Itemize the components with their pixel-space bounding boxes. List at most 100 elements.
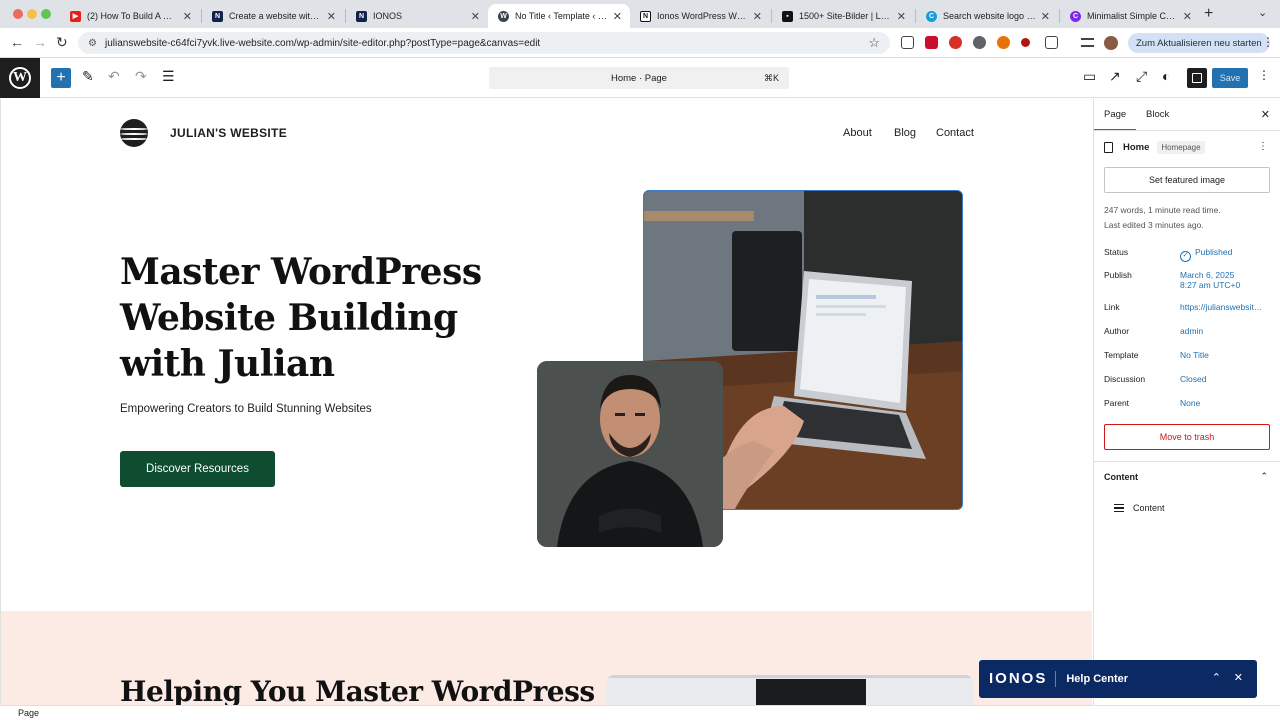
tab-title: (2) How To Build A Website <box>87 11 179 21</box>
back-icon[interactable]: ← <box>10 34 24 50</box>
close-tab-icon[interactable]: ✕ <box>183 10 192 23</box>
styles-contrast-icon[interactable]: ◐ <box>1162 68 1170 84</box>
publish-label: Publish <box>1104 270 1132 280</box>
minimize-window-icon[interactable] <box>27 9 37 19</box>
link-label: Link <box>1104 302 1120 312</box>
content-panel-header[interactable]: Content <box>1104 472 1138 482</box>
section-image[interactable] <box>606 675 973 705</box>
new-tab-icon[interactable]: + <box>1204 5 1213 23</box>
publish-date: March 6, 2025 <box>1180 270 1235 280</box>
undo-icon[interactable]: ↶ <box>108 68 120 85</box>
extensions-puzzle-icon[interactable] <box>1045 36 1058 49</box>
template-value[interactable]: No Title <box>1180 350 1209 360</box>
adblock-extension-icon[interactable] <box>949 36 962 49</box>
ionos-icon: N <box>212 10 223 22</box>
homepage-badge: Homepage <box>1157 141 1205 154</box>
browser-tab[interactable]: C Minimalist Simple Compu ✕ <box>1060 4 1200 28</box>
published-check-icon: ✓ <box>1180 251 1191 262</box>
browser-menu-icon[interactable]: ⋮ <box>1262 35 1274 49</box>
close-tab-icon[interactable]: ✕ <box>613 10 622 23</box>
nav-link-contact[interactable]: Contact <box>936 127 974 139</box>
save-button[interactable]: Save <box>1212 68 1248 88</box>
tab-block[interactable]: Block <box>1146 109 1169 120</box>
status-value[interactable]: ✓ Published <box>1180 247 1232 262</box>
hero-subtitle[interactable]: Empowering Creators to Build Stunning We… <box>120 403 372 415</box>
close-icon[interactable]: ✕ <box>1261 108 1270 121</box>
page-actions-icon[interactable]: ⋮ <box>1258 141 1268 152</box>
close-tab-icon[interactable]: ✕ <box>1183 10 1192 23</box>
close-tab-icon[interactable]: ✕ <box>753 10 762 23</box>
document-overview-icon[interactable]: ☰ <box>162 68 175 85</box>
view-site-icon[interactable]: ↗ <box>1109 68 1121 85</box>
status-text: Published <box>1195 247 1233 257</box>
tools-pencil-icon[interactable]: ✎ <box>82 68 94 85</box>
site-info-icon[interactable]: ⚙ <box>88 38 97 49</box>
set-featured-image-button[interactable]: Set featured image <box>1104 167 1270 193</box>
unsplash-icon: ▪ <box>782 10 793 22</box>
screenshot-extension-icon[interactable] <box>901 36 914 49</box>
editor-canvas[interactable]: JULIAN'S WEBSITE About Blog Contact Mast… <box>0 99 1092 705</box>
chevron-up-icon[interactable]: ⌃ <box>1212 671 1221 684</box>
reload-icon[interactable]: ↻ <box>56 34 68 51</box>
browser-tab[interactable]: N IONOS ✕ <box>346 4 488 28</box>
portrait-image[interactable] <box>537 361 723 547</box>
parent-value[interactable]: None <box>1180 398 1200 408</box>
device-preview-icon[interactable]: ▭ <box>1083 68 1096 85</box>
forward-icon[interactable]: → <box>33 34 47 50</box>
help-center-label: Help Center <box>1066 673 1129 685</box>
extension-icon[interactable] <box>973 36 986 49</box>
content-block-item[interactable]: Content <box>1114 503 1165 513</box>
browser-tab[interactable]: C Search website logo - Ca ✕ <box>916 4 1058 28</box>
move-to-trash-button[interactable]: Move to trash <box>1104 424 1270 450</box>
link-value[interactable]: https://julianswebsit… <box>1180 302 1262 312</box>
discover-resources-button[interactable]: Discover Resources <box>120 451 275 487</box>
parent-label: Parent <box>1104 398 1130 408</box>
nav-link-blog[interactable]: Blog <box>894 127 916 139</box>
chevron-up-icon[interactable]: ⌃ <box>1260 471 1268 482</box>
profile-avatar[interactable] <box>1104 36 1118 50</box>
discussion-value[interactable]: Closed <box>1180 374 1206 384</box>
nav-link-about[interactable]: About <box>843 127 872 139</box>
publish-value[interactable]: March 6, 2025 8:27 am UTC+0 <box>1180 270 1240 290</box>
tab-title: 1500+ Site-Bilder | Laden <box>799 11 893 21</box>
maximize-window-icon[interactable] <box>41 9 51 19</box>
site-title[interactable]: JULIAN'S WEBSITE <box>170 126 287 140</box>
command-palette-bar[interactable]: Home · Page ⌘K <box>489 67 789 89</box>
browser-tab[interactable]: N Ionos WordPress Website ✕ <box>630 4 770 28</box>
breadcrumb-item[interactable]: Page <box>18 708 39 718</box>
close-window-icon[interactable] <box>13 9 23 19</box>
browser-tab[interactable]: ▪ 1500+ Site-Bilder | Laden ✕ <box>772 4 914 28</box>
author-value[interactable]: admin <box>1180 326 1203 336</box>
extension-icon[interactable] <box>1021 38 1030 47</box>
wordpress-logo-button[interactable]: W <box>0 58 40 98</box>
browser-tab[interactable]: N Create a website with your ✕ <box>202 4 344 28</box>
browser-update-button[interactable]: Zum Aktualisieren neu starten <box>1128 33 1270 53</box>
tab-title: Create a website with your <box>229 11 323 21</box>
notion-icon: N <box>640 10 651 22</box>
close-icon[interactable]: ✕ <box>1234 671 1243 684</box>
browser-tab-active[interactable]: W No Title ‹ Template ‹ Julian ✕ <box>488 4 630 28</box>
tab-search-icon[interactable]: ⌄ <box>1258 6 1267 19</box>
extension-icon[interactable] <box>997 36 1010 49</box>
tab-page[interactable]: Page <box>1093 109 1137 131</box>
vivaldi-extension-icon[interactable] <box>925 36 938 49</box>
close-tab-icon[interactable]: ✕ <box>471 10 480 23</box>
site-logo[interactable] <box>120 119 148 147</box>
reading-list-icon[interactable] <box>1081 38 1094 47</box>
close-tab-icon[interactable]: ✕ <box>327 10 336 23</box>
help-center-widget[interactable]: IONOS Help Center ⌃ ✕ <box>979 660 1257 698</box>
section-heading[interactable]: Helping You Master WordPress <box>120 675 595 705</box>
close-tab-icon[interactable]: ✕ <box>1041 10 1050 23</box>
block-inserter-button[interactable]: + <box>51 68 71 88</box>
redo-icon[interactable]: ↷ <box>135 68 147 85</box>
browser-tab-bar: ▶ (2) How To Build A Website ✕ N Create … <box>0 0 1280 28</box>
settings-panel-toggle[interactable] <box>1187 68 1207 88</box>
url-input[interactable]: ⚙ julianswebsite-c64fci7yvk.live-website… <box>78 32 890 54</box>
fullscreen-icon[interactable]: ⤢ <box>1136 68 1147 85</box>
hero-heading[interactable]: Master WordPress Website Building with J… <box>120 249 500 387</box>
shortcut-hint: ⌘K <box>763 72 779 83</box>
options-menu-icon[interactable]: ⋮ <box>1258 68 1270 82</box>
browser-tab[interactable]: ▶ (2) How To Build A Website ✕ <box>60 4 200 28</box>
bookmark-star-icon[interactable]: ☆ <box>868 35 880 51</box>
close-tab-icon[interactable]: ✕ <box>897 10 906 23</box>
